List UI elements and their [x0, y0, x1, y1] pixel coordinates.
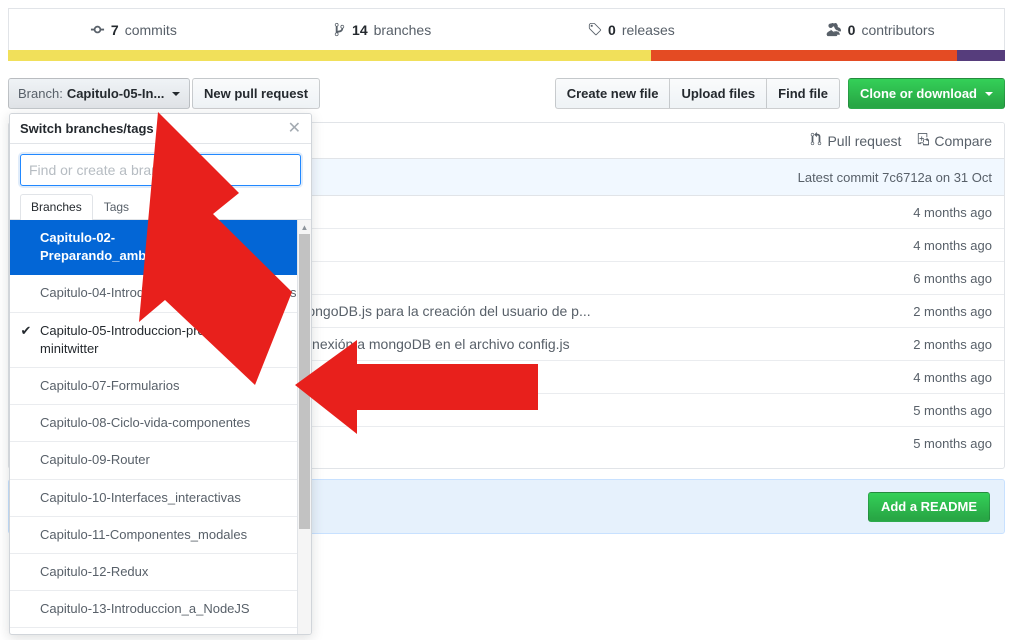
stat-contributors[interactable]: 0 contributors: [755, 22, 1004, 37]
stat-commits[interactable]: 7 commits: [9, 22, 258, 37]
check-icon: ✔: [20, 322, 32, 338]
latest-commit-meta: Latest commit 7c6712a on 31 Oct: [797, 169, 992, 185]
chevron-down-icon: [985, 91, 993, 96]
dropdown-filter-wrap: [10, 144, 311, 194]
pull-request-label: Pull request: [827, 132, 902, 149]
stat-contributors-count: 0: [847, 21, 856, 38]
scroll-up-arrow-icon[interactable]: ▲: [298, 220, 311, 234]
branch-name-label: Capitulo-09-Router: [40, 452, 150, 468]
chevron-down-icon: [172, 91, 181, 96]
toolbar-right-group: Create new file Upload files Find file C…: [554, 78, 1005, 109]
stat-branches[interactable]: 14 branches: [258, 22, 507, 37]
file-commit-message: l archivo InitMongoDB.js para la creació…: [221, 303, 591, 319]
branch-name-label: Capitulo-12-Redux: [40, 563, 149, 579]
stat-commits-count: 7: [110, 21, 119, 38]
upload-files-button[interactable]: Upload files: [669, 78, 768, 109]
file-commit-time: 2 months ago: [913, 336, 992, 352]
stat-branches-label: branches: [373, 21, 432, 38]
branch-name-label: Capitulo-02-Preparando_ambiente_desarrol…: [40, 230, 247, 264]
branch-list: Capitulo-02-Preparando_ambiente_desarrol…: [10, 220, 311, 634]
compare-action[interactable]: Compare: [917, 132, 992, 149]
branch-list-item[interactable]: Capitulo-07-Formularios: [10, 368, 311, 406]
scrollbar-thumb[interactable]: [299, 234, 310, 529]
pull-request-action[interactable]: Pull request: [810, 132, 901, 149]
branch-name-label: Capitulo-08-Ciclo-vida-componentes: [40, 415, 251, 431]
find-file-button[interactable]: Find file: [766, 78, 840, 109]
file-commit-time: 4 months ago: [913, 204, 992, 220]
dropdown-header: Switch branches/tags ✕: [10, 114, 311, 144]
dropdown-tabs: Branches Tags: [10, 194, 311, 220]
branch-name-label: Capitulo-13-Introduccion_a_NodeJS: [40, 601, 250, 617]
branch-name-label: Capitulo-11-Componentes_modales: [40, 526, 248, 542]
stat-commits-label: commits: [124, 21, 177, 38]
file-commit-time: 4 months ago: [913, 369, 992, 385]
branch-prefix-label: Branch:: [18, 86, 63, 101]
branch-list-item[interactable]: Capitulo-04-Introduccion-a-los-component…: [10, 275, 311, 313]
language-bar: [8, 50, 1005, 61]
branch-list-item[interactable]: Capitulo-02-Preparando_ambiente_desarrol…: [10, 220, 311, 276]
branch-select-button[interactable]: Branch: Capitulo-05-In...: [8, 78, 191, 109]
branch-list-item[interactable]: Capitulo-12-Redux: [10, 554, 311, 592]
stat-releases[interactable]: 0 releases: [507, 22, 756, 37]
tab-tags[interactable]: Tags: [93, 194, 140, 220]
stat-releases-label: releases: [621, 21, 675, 38]
branch-icon: [333, 22, 346, 37]
branch-list-item[interactable]: Capitulo-14-Introduccion_a_mongodb: [10, 628, 311, 634]
language-segment-css: [957, 50, 1005, 61]
branch-name-label: Capitulo-05-Introduccion-proyecto-minitw…: [40, 322, 241, 356]
branch-list-item[interactable]: ✔ Capitulo-05-Introduccion-proyecto-minit…: [10, 313, 311, 368]
file-commit-time: 6 months ago: [913, 270, 992, 286]
branch-name-label: Capitulo-04-Introduccion-a-los-component…: [40, 285, 297, 301]
repository-stats-bar: 7 commits 14 branches 0 releases 0 contr…: [8, 8, 1005, 50]
repo-toolbar: Branch: Capitulo-05-In... New pull reque…: [8, 78, 1005, 112]
git-pull-request-icon: [810, 132, 822, 149]
file-commit-time: 5 months ago: [913, 436, 992, 451]
file-actions-group: Create new file Upload files Find file: [554, 78, 840, 109]
branch-switch-dropdown: Switch branches/tags ✕ Branches Tags Cap…: [9, 113, 312, 635]
language-segment-javascript: [8, 50, 652, 61]
branch-items-container: Capitulo-02-Preparando_ambiente_desarrol…: [10, 220, 311, 634]
new-pull-request-button[interactable]: New pull request: [192, 78, 321, 109]
clone-or-download-label: Clone or download: [860, 86, 977, 101]
stat-releases-count: 0: [608, 21, 616, 38]
tag-icon: [587, 22, 602, 37]
dropdown-title: Switch branches/tags: [20, 121, 154, 136]
file-commit-time: 4 months ago: [913, 237, 992, 253]
create-new-file-button[interactable]: Create new file: [554, 78, 671, 109]
add-a-readme-button[interactable]: Add a README: [867, 491, 990, 522]
github-repo-page: 7 commits 14 branches 0 releases 0 contr…: [0, 0, 1013, 640]
commit-icon: [90, 22, 105, 37]
branch-list-item[interactable]: Capitulo-10-Interfaces_interactivas: [10, 480, 311, 517]
clone-or-download-button[interactable]: Clone or download: [848, 78, 1005, 109]
people-icon: [825, 22, 842, 37]
tab-branches[interactable]: Branches: [20, 194, 93, 220]
branch-list-scrollbar[interactable]: ▲ ▼: [297, 220, 311, 634]
branch-filter-input[interactable]: [20, 154, 301, 186]
compare-icon: [917, 132, 930, 149]
file-commit-message: os datos de conexión a mongoDB en el arc…: [221, 336, 570, 352]
branch-list-item[interactable]: Capitulo-09-Router: [10, 442, 311, 480]
file-commit-time: 5 months ago: [913, 402, 992, 418]
file-commit-time: 2 months ago: [913, 303, 992, 319]
language-segment-html: [651, 50, 958, 61]
branch-list-item[interactable]: Capitulo-08-Ciclo-vida-componentes: [10, 405, 311, 443]
stat-contributors-label: contributors: [861, 21, 935, 38]
branch-list-item[interactable]: Capitulo-13-Introduccion_a_NodeJS: [10, 591, 311, 629]
branch-name-label: Capitulo-10-Interfaces_interactivas: [40, 489, 241, 505]
compare-label: Compare: [934, 132, 992, 149]
branch-current-name: Capitulo-05-In...: [66, 86, 165, 101]
stat-branches-count: 14: [352, 21, 368, 38]
branch-name-label: Capitulo-07-Formularios: [40, 377, 180, 393]
branch-list-item[interactable]: Capitulo-11-Componentes_modales: [10, 517, 311, 554]
close-icon[interactable]: ✕: [288, 120, 301, 137]
